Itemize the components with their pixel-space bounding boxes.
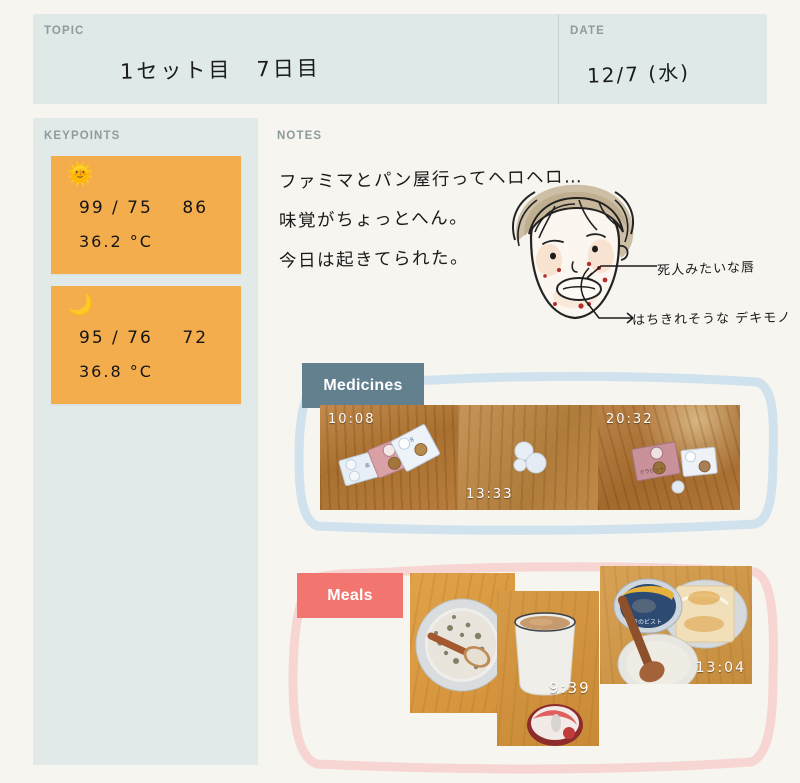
topic-label: TOPIC (44, 25, 85, 37)
medicines-section-label[interactable]: Medicines (302, 363, 424, 408)
meals-section-label[interactable]: Meals (297, 573, 403, 618)
medicine-midday-timestamp: 13:33 (466, 487, 514, 502)
medicine-photo-midday[interactable]: 13:33 (458, 405, 600, 510)
date-value: 12/7 (水) (586, 60, 691, 88)
callout-lips: 死人みたいな唇 (656, 260, 756, 279)
medicine-morning-timestamp: 10:08 (328, 412, 376, 427)
meal-toast-timestamp: 13:04 (695, 660, 746, 676)
callout-leader-lines (580, 265, 657, 324)
meal-photo-coffee-yogurt[interactable]: 9:39 (497, 591, 599, 746)
note-line-2: 味覚がちょっとへん。 (278, 208, 469, 232)
notes-area: NOTES ファミマとパン屋行ってヘロヘロ… 味覚がちょっとへん。 今日は起きて… (277, 118, 791, 774)
meal-photo-toast-set[interactable]: タラのビスト 13:04 (600, 566, 752, 684)
keypoint-card-morning[interactable]: 🌞 99 / 75 86 36.2 °C (51, 156, 241, 274)
keypoints-sidebar: KEYPOINTS 🌞 99 / 75 86 36.2 °C 🌙 95 / 76… (33, 118, 258, 765)
medicine-photo-morning[interactable]: 薬 8 10:08 (320, 405, 462, 510)
crescent-moon-emoji-icon: 🌙 (67, 293, 94, 316)
date-field[interactable]: DATE 12/7 (水) (558, 14, 767, 104)
keypoints-label: KEYPOINTS (44, 130, 121, 142)
journal-page: TOPIC 1セット目 7日目 DATE 12/7 (水) KEYPOINTS … (0, 0, 800, 777)
keypoint-card-night[interactable]: 🌙 95 / 76 72 36.8 °C (51, 286, 241, 404)
topic-value: 1セット目 7日目 (119, 56, 321, 84)
date-label: DATE (570, 25, 605, 37)
night-blood-pressure: 95 / 76 72 (79, 328, 209, 348)
sun-emoji-icon: 🌞 (67, 163, 94, 186)
night-temperature: 36.8 °C (79, 362, 153, 381)
morning-blood-pressure: 99 / 75 86 (79, 198, 209, 218)
medicine-evening-timestamp: 20:32 (606, 412, 654, 427)
note-line-3: 今日は起きてられた。 (278, 248, 470, 272)
meal-coffee-timestamp: 9:39 (549, 679, 591, 697)
topic-field[interactable]: TOPIC 1セット目 7日目 (33, 14, 558, 104)
callout-pimple: はちきれそうな デキモノ (631, 310, 792, 329)
medicine-photo-evening[interactable]: クラビット 20:32 (598, 405, 740, 510)
morning-temperature: 36.2 °C (79, 232, 153, 251)
header-panel: TOPIC 1セット目 7日目 DATE 12/7 (水) (33, 14, 767, 104)
notes-label: NOTES (277, 130, 323, 142)
